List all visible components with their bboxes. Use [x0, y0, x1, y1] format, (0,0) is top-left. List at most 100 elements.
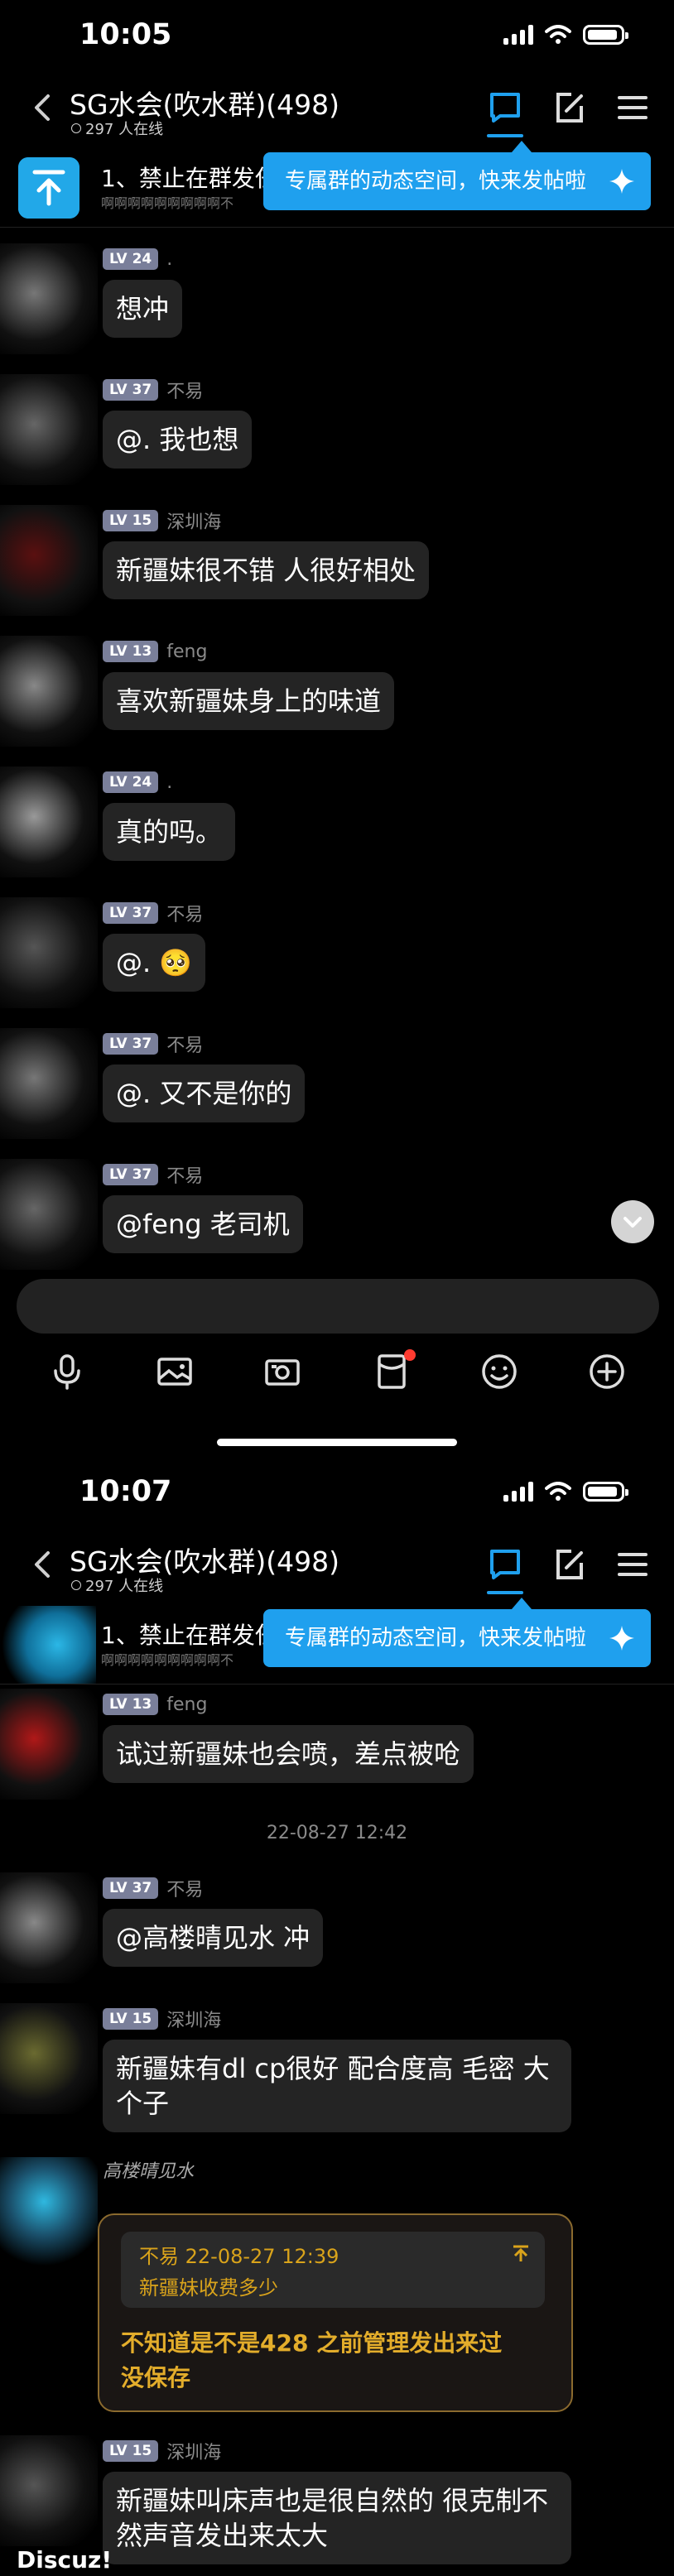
sender-nick: . [166, 248, 173, 270]
message-bubble[interactable]: 真的吗。 [103, 803, 236, 861]
sender-nick: 不易 [166, 1036, 204, 1056]
message-meta: LV 37 不易 [103, 377, 203, 402]
level-badge: LV 13 [103, 641, 159, 662]
status-icons [503, 1482, 628, 1502]
chat-bubble-icon[interactable] [487, 1546, 523, 1583]
signal-icon [503, 1482, 533, 1502]
quoted-text: 新疆妹收费多少 [139, 2276, 278, 2300]
message-bubble[interactable]: 想冲 [103, 280, 183, 338]
jump-to-icon[interactable] [510, 2243, 532, 2265]
avatar[interactable] [0, 505, 98, 616]
level-badge: LV 37 [103, 1877, 159, 1899]
avatar[interactable] [0, 243, 98, 354]
tooltip-text: 专属群的动态空间，快来发帖啦 [285, 169, 587, 194]
chevron-down-icon [623, 1217, 642, 1228]
message-meta: LV 37 不易 [103, 901, 203, 925]
feed-tooltip[interactable]: 专属群的动态空间，快来发帖啦 [263, 141, 651, 210]
active-tab-indicator [487, 1591, 523, 1594]
message-bubble[interactable]: @feng 老司机 [103, 1195, 303, 1253]
status-time: 10:05 [79, 18, 172, 51]
camera-icon[interactable] [263, 1353, 301, 1391]
wifi-icon [545, 1482, 571, 1501]
message-meta: LV 15 深圳海 [103, 2439, 221, 2463]
message-meta: LV 24. [103, 770, 172, 795]
message-timestamp: 22-08-27 12:42 [266, 1823, 408, 1843]
avatar[interactable] [0, 636, 98, 747]
plus-icon[interactable] [588, 1353, 626, 1391]
group-title: SG水会(吹水群)(498) [70, 89, 340, 121]
status-time: 10:07 [79, 1475, 172, 1508]
level-badge: LV 37 [103, 1033, 159, 1055]
message-bubble[interactable]: 新疆妹有dl cp很好 配合度高 毛密 大 个子 [103, 2040, 571, 2132]
online-count: 297 人在线 [71, 1574, 163, 1596]
chat-header: SG水会(吹水群)(498) 297 人在线 [0, 78, 674, 146]
message-bubble[interactable]: @. 我也想 [103, 411, 253, 469]
message-bubble[interactable]: 新疆妹很不错 人很好相处 [103, 541, 430, 599]
level-badge: LV 13 [103, 1694, 159, 1715]
emoji-icon[interactable] [480, 1353, 518, 1391]
avatar [0, 1606, 96, 1684]
wifi-icon [545, 25, 571, 44]
level-badge: LV 37 [103, 902, 159, 924]
avatar[interactable] [0, 2435, 98, 2546]
pinned-announcement[interactable]: 1、禁止在群发任 啊啊啊啊啊啊啊啊啊不 专属群的动态空间，快来发帖啦 [0, 141, 674, 228]
menu-icon[interactable] [614, 1546, 651, 1583]
pinned-subtext: 啊啊啊啊啊啊啊啊啊不 [101, 195, 234, 211]
pinned-announcement[interactable]: 1、禁止在群发任 啊啊啊啊啊啊啊啊啊不 专属群的动态空间，快来发帖啦 [0, 1598, 674, 1684]
feed-tooltip[interactable]: 专属群的动态空间，快来发帖啦 [263, 1598, 651, 1667]
home-indicator [217, 1439, 457, 1446]
edit-post-icon[interactable] [551, 1546, 588, 1583]
watermark: Discuz! [17, 2546, 113, 2574]
screenshot-1: 10:05 SG水会(吹水群)(498) 297 人在线 1、禁止在群发任 啊啊… [0, 0, 674, 1457]
quoted-message[interactable]: 不易 22-08-27 12:39 新疆妹收费多少 [121, 2232, 545, 2308]
menu-icon[interactable] [614, 89, 651, 126]
level-badge: LV 37 [103, 1164, 159, 1185]
sender-nick: . [166, 771, 173, 793]
sender-nick: 深圳海 [166, 512, 222, 533]
avatar[interactable] [0, 2157, 98, 2268]
message-bubble[interactable]: @. 又不是你的 [103, 1065, 306, 1122]
status-icons [503, 25, 628, 45]
back-icon[interactable] [25, 1546, 61, 1583]
online-count: 297 人在线 [71, 118, 163, 139]
avatar[interactable] [0, 1872, 98, 1983]
input-toolbar [0, 1344, 674, 1396]
message-bubble[interactable]: 新疆妹叫床声也是很自然的 很克制不 然声音发出来太大 [103, 2472, 571, 2564]
avatar[interactable] [0, 897, 98, 1008]
avatar[interactable] [0, 1689, 98, 1800]
chat-header: SG水会(吹水群)(498) 297 人在线 [0, 1535, 674, 1603]
sender-nick: 不易 [166, 382, 204, 402]
avatar[interactable] [0, 2003, 98, 2114]
online-text: 297 人在线 [85, 121, 164, 138]
image-icon[interactable] [156, 1353, 194, 1391]
battery-icon [583, 1482, 628, 1502]
tooltip-text: 专属群的动态空间，快来发帖啦 [285, 1626, 587, 1651]
message-meta: LV 13 feng [103, 1692, 207, 1717]
back-icon[interactable] [25, 89, 61, 126]
microphone-icon[interactable] [48, 1353, 86, 1391]
message-input[interactable] [17, 1279, 659, 1334]
sender-nick: 高楼晴见水 [103, 2161, 195, 2182]
active-tab-indicator [487, 134, 523, 137]
avatar[interactable] [0, 1159, 98, 1270]
battery-icon [583, 25, 628, 45]
message-meta: LV 13 feng [103, 639, 207, 664]
notification-dot [404, 1349, 416, 1361]
level-badge: LV 37 [103, 379, 159, 401]
sender-nick: 深圳海 [166, 2443, 222, 2463]
scroll-down-button[interactable] [611, 1200, 654, 1243]
avatar[interactable] [0, 767, 98, 877]
chat-bubble-icon[interactable] [487, 89, 523, 126]
edit-post-icon[interactable] [551, 89, 588, 126]
avatar[interactable] [0, 1028, 98, 1139]
quoted-reply-bubble[interactable]: 不易 22-08-27 12:39 新疆妹收费多少 不知道是不是428 之前管理… [98, 2213, 573, 2412]
message-bubble[interactable]: @. 🥺 [103, 934, 206, 992]
pin-top-icon [18, 157, 79, 219]
message-bubble[interactable]: 试过新疆妹也会喷，差点被呛 [103, 1725, 474, 1783]
message-bubble[interactable]: @高楼晴见水 冲 [103, 1909, 324, 1967]
group-title: SG水会(吹水群)(498) [70, 1545, 340, 1578]
signal-icon [503, 25, 533, 45]
avatar[interactable] [0, 374, 98, 485]
message-bubble[interactable]: 喜欢新疆妹身上的味道 [103, 672, 395, 730]
level-badge: LV 15 [103, 510, 159, 531]
